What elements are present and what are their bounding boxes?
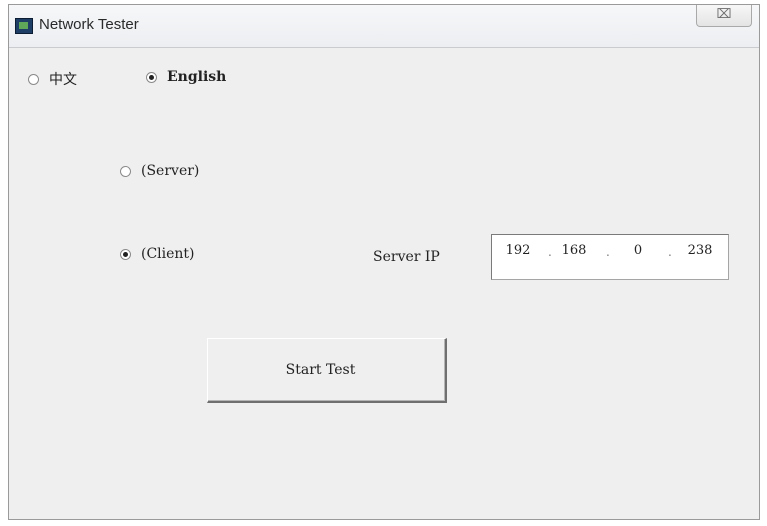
window-title: Network Tester (39, 16, 139, 33)
start-test-button[interactable]: Start Test (207, 338, 447, 403)
radio-button-checked[interactable] (146, 71, 157, 83)
server-ip-label: Server IP (373, 249, 440, 265)
server-ip-input[interactable]: 192 . 168 . 0 . 238 (491, 234, 729, 280)
close-icon: ⌧ (716, 7, 732, 22)
ip-octet-4[interactable]: 238 (682, 243, 718, 258)
radio-label-client: (Client) (141, 246, 195, 262)
ip-separator: . (668, 245, 672, 259)
network-app-icon (15, 18, 33, 34)
ip-octet-2[interactable]: 168 (556, 243, 592, 258)
radio-label-server: (Server) (141, 163, 200, 179)
radio-label-chinese: 中文 (49, 72, 77, 88)
ip-separator: . (548, 245, 552, 259)
ip-octet-3[interactable]: 0 (620, 243, 656, 258)
radio-mode-server[interactable]: (Server) (120, 163, 199, 179)
start-test-label: Start Test (285, 362, 356, 378)
radio-mode-client[interactable]: (Client) (120, 246, 195, 262)
radio-language-english[interactable]: English (146, 69, 226, 85)
close-button[interactable]: ⌧ (696, 5, 752, 27)
radio-language-chinese[interactable]: 中文 (28, 69, 77, 89)
ip-separator: . (606, 245, 610, 259)
title-bar: Network Tester ⌧ (9, 5, 759, 48)
radio-button-checked[interactable] (120, 248, 131, 260)
radio-label-english: English (167, 69, 227, 85)
ip-octet-1[interactable]: 192 (500, 243, 536, 258)
radio-button-unchecked[interactable] (120, 165, 131, 177)
app-window: Network Tester ⌧ 中文 English (Server) (Cl… (8, 4, 760, 520)
radio-button-unchecked[interactable] (28, 73, 39, 85)
